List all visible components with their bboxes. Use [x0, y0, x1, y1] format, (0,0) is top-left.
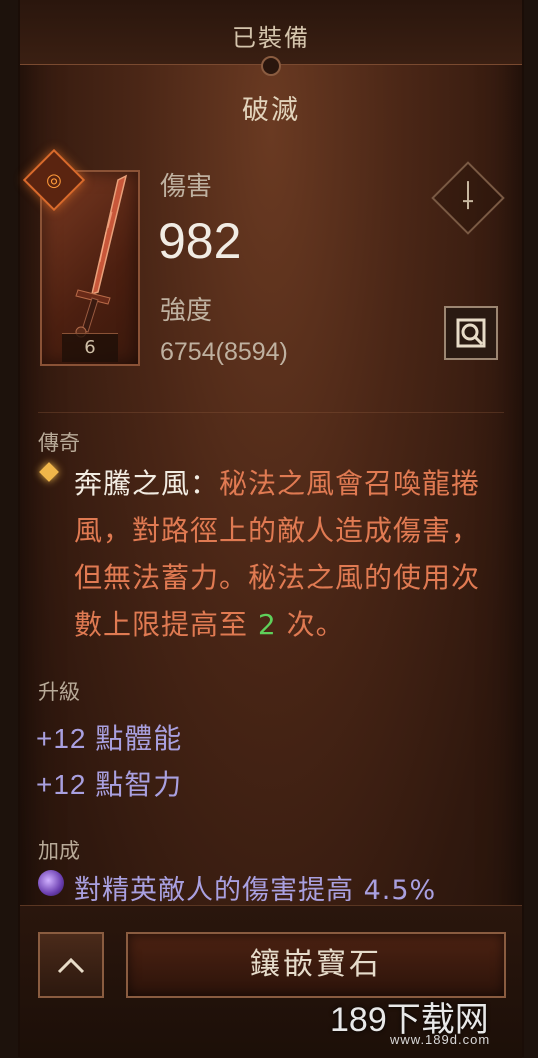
legendary-description: 奔騰之風：秘法之風會召喚龍捲風，對路徑上的敵人造成傷害，但無法蓄力。秘法之風的使… — [74, 460, 504, 648]
legendary-separator: ： — [190, 467, 220, 500]
item-image-frame[interactable]: ◎ 6 — [22, 148, 140, 366]
legendary-heading: 傳奇 — [38, 431, 80, 455]
strength-value: 6754(8594) — [160, 338, 288, 366]
damage-label: 傷害 — [160, 172, 213, 202]
weapon-slot-icon — [431, 161, 505, 235]
legendary-desc-number: 2 — [257, 608, 277, 641]
legendary-aspect-icon — [39, 462, 59, 482]
legendary-power-name: 奔騰之風 — [74, 467, 191, 500]
bonus-heading: 加成 — [38, 839, 80, 863]
legendary-desc-part2: 次。 — [276, 608, 345, 641]
compare-icon — [456, 318, 486, 348]
equipped-label: 已裝備 — [232, 24, 310, 52]
sword-icon — [75, 174, 128, 338]
watermark-url: www.189d.com — [390, 1032, 491, 1047]
upgrade-line: +12 點智力 — [36, 769, 183, 800]
damage-value: 982 — [158, 213, 242, 269]
upgrade-line: +12 點體能 — [36, 723, 183, 754]
compare-button[interactable] — [444, 306, 498, 360]
item-level-badge: 6 — [62, 333, 118, 362]
chevron-up-icon — [57, 957, 85, 974]
collapse-button[interactable] — [38, 932, 104, 998]
socket-gem-button[interactable]: 鑲嵌寶石 — [126, 932, 506, 998]
strength-label: 強度 — [160, 296, 213, 326]
item-name: 破滅 — [242, 95, 300, 126]
upgrades-heading: 升級 — [38, 680, 80, 704]
item-tooltip-panel: 已裝備 破滅 ◎ 6 傷害 982 強度 6754(8594) 傳奇 奔騰之風：… — [18, 0, 524, 1058]
section-divider — [38, 412, 504, 413]
header-ornament-icon — [261, 56, 281, 76]
bonus-line: 對精英敵人的傷害提高 4.5% — [74, 875, 437, 906]
bonus-orb-icon — [38, 870, 64, 896]
